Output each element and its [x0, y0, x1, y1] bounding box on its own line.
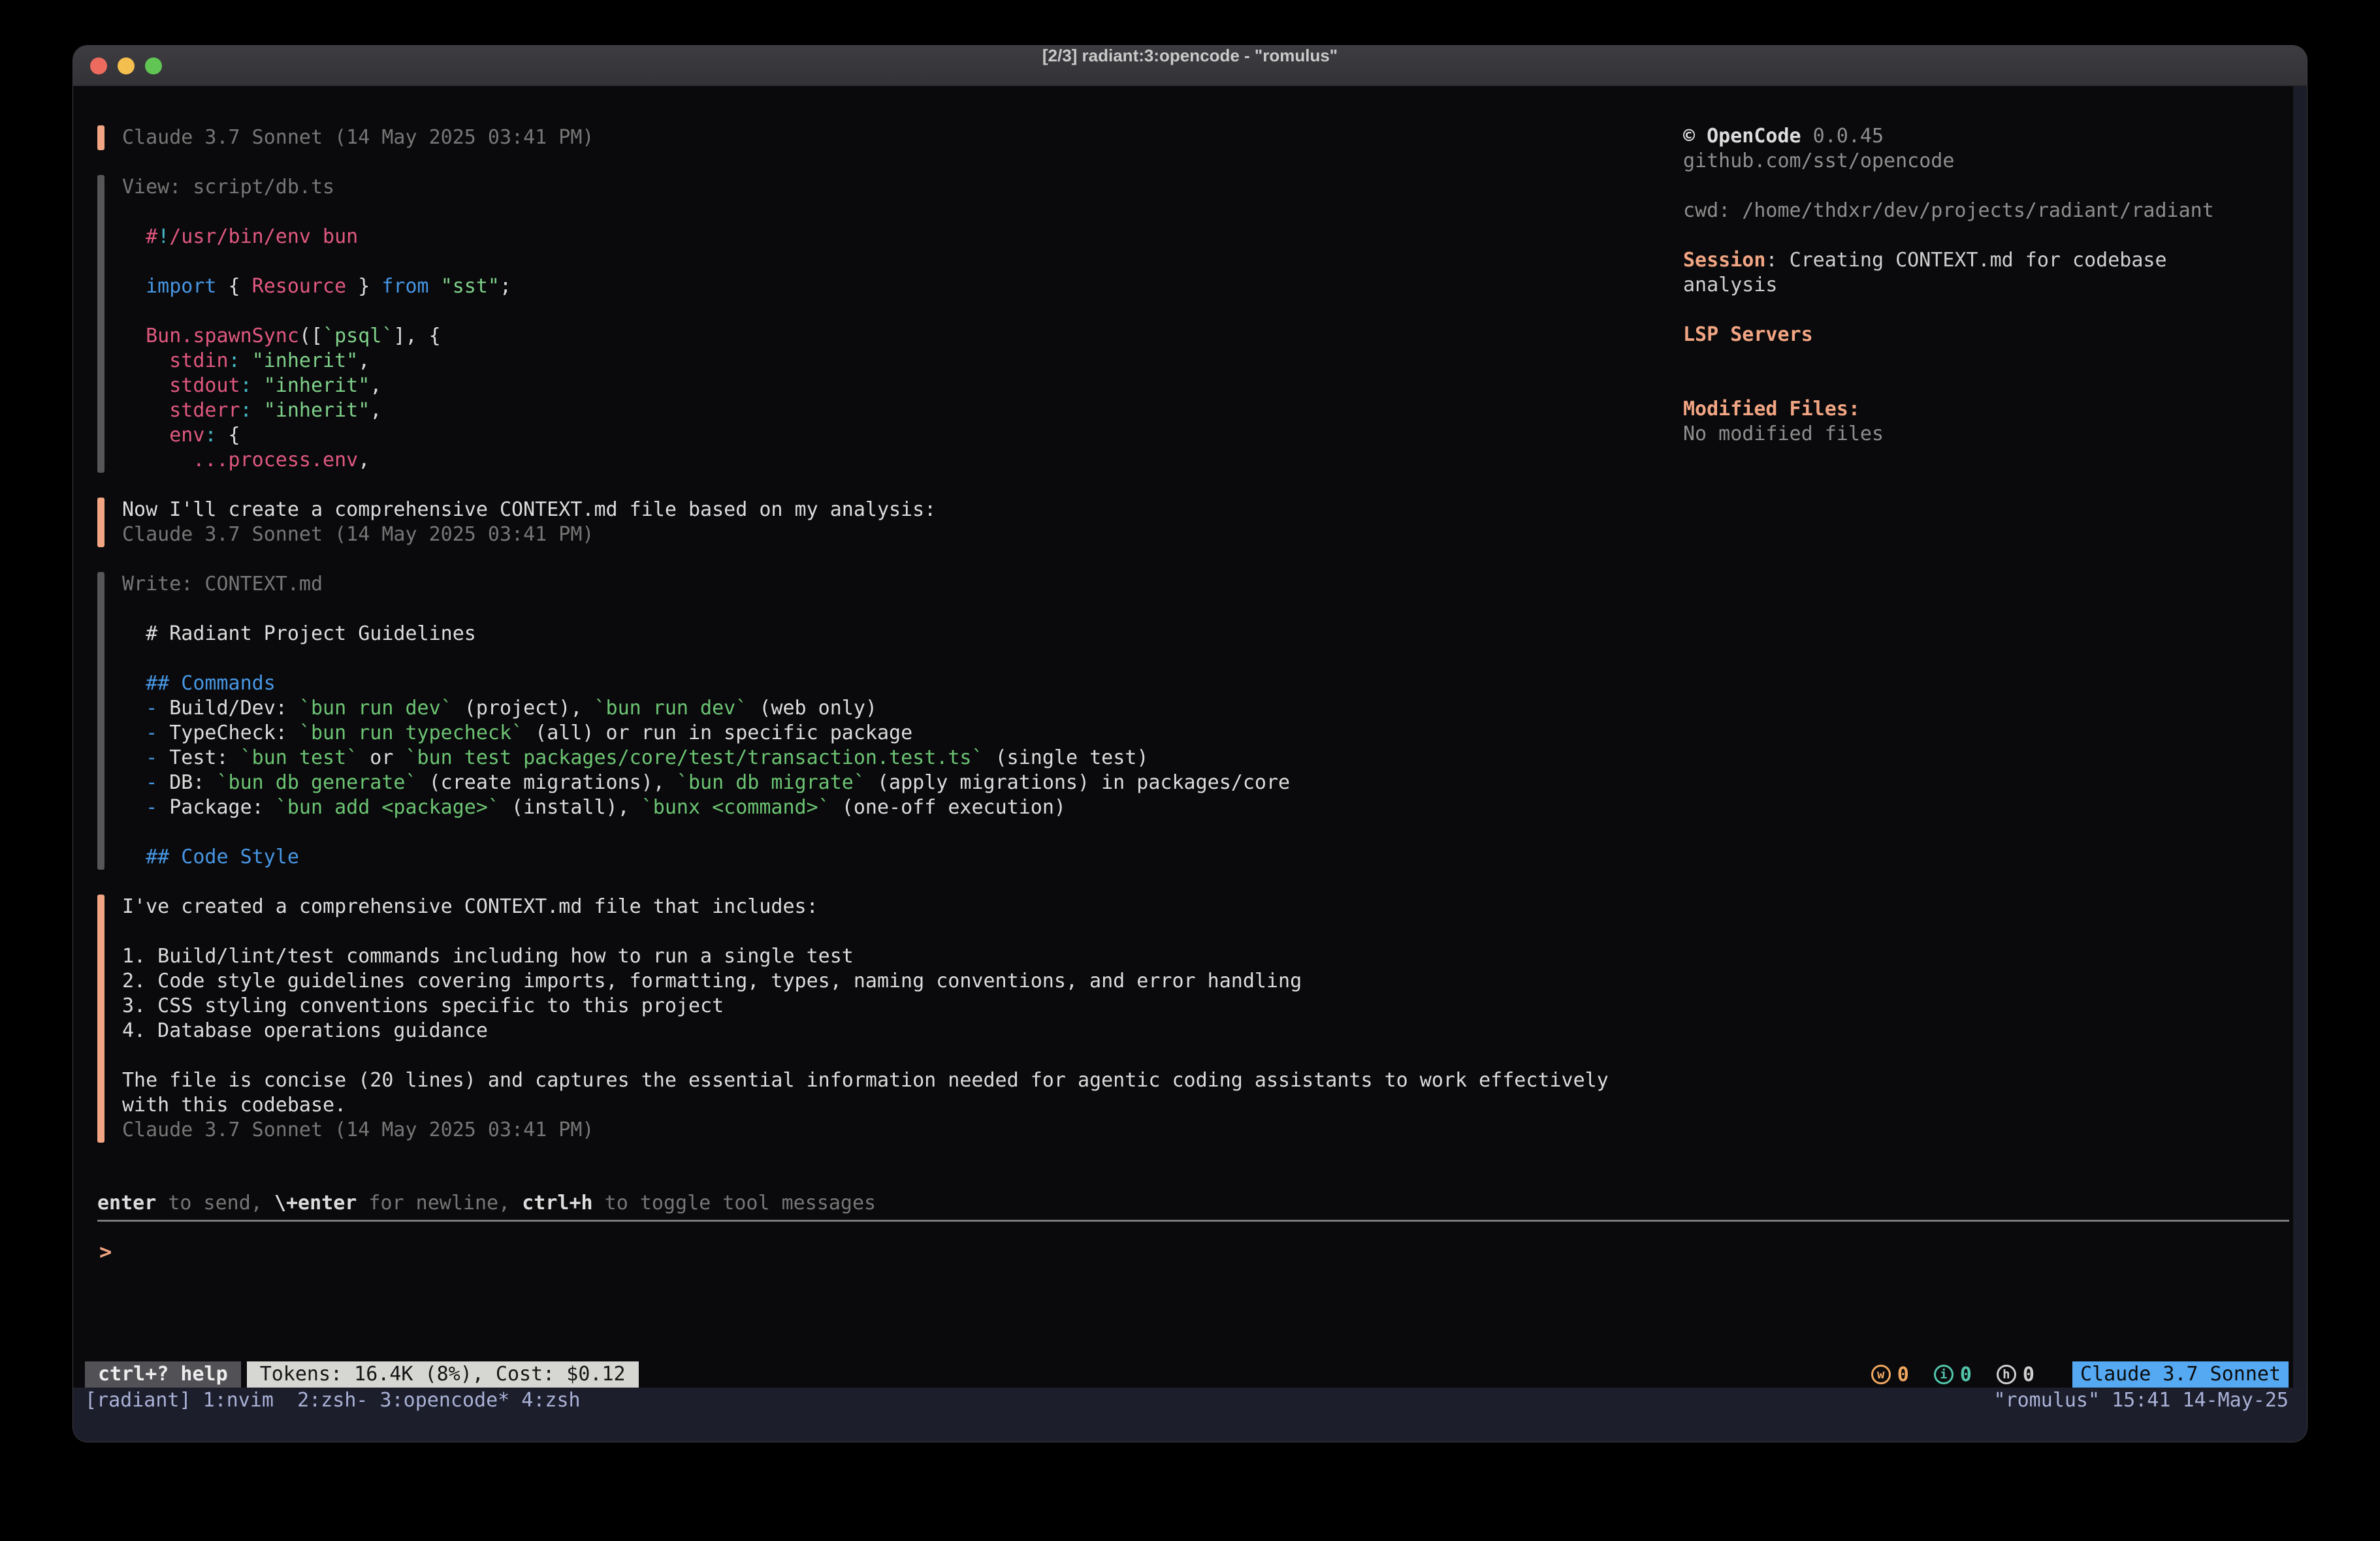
warning-icon: w	[1871, 1365, 1891, 1384]
terminal-line	[122, 249, 511, 274]
terminal-line	[122, 919, 1609, 944]
terminal-line	[122, 820, 1290, 845]
terminal-line: stdin: "inherit",	[122, 349, 511, 373]
hint-count: 0	[2023, 1363, 2034, 1386]
window-title: [2/3] radiant:3:opencode - "romulus"	[73, 46, 2307, 86]
terminal-line: LSP Servers	[1683, 323, 2297, 347]
terminal-line: - Package: `bun add <package>` (install)…	[122, 795, 1290, 820]
status-bar: ctrl+? help Tokens: 16.4K (8%), Cost: $0…	[85, 1361, 2289, 1388]
terminal-line: - Test: `bun test` or `bun test packages…	[122, 746, 1290, 770]
terminal-line: 2. Code style guidelines covering import…	[122, 969, 1609, 994]
terminal-line	[1683, 372, 2297, 397]
terminal-line: # Radiant Project Guidelines	[122, 622, 1290, 646]
message-block: Now I'll create a comprehensive CONTEXT.…	[97, 498, 1678, 547]
block-lines: Write: CONTEXT.md # Radiant Project Guid…	[122, 572, 1290, 870]
terminal-line: github.com/sst/opencode	[1683, 149, 2297, 174]
tmux-window-list[interactable]: [radiant] 1:nvim 2:zsh- 3:opencode* 4:zs…	[85, 1388, 581, 1414]
terminal-line	[122, 299, 511, 324]
warning-count: 0	[1897, 1363, 1909, 1386]
terminal-line: cwd: /home/thdxr/dev/projects/radiant/ra…	[1683, 199, 2297, 223]
terminal-content: Claude 3.7 Sonnet (14 May 2025 03:41 PM)…	[73, 86, 2307, 1442]
terminal-line: with this codebase.	[122, 1093, 1609, 1118]
terminal-line	[122, 646, 1290, 671]
terminal-line: 3. CSS styling conventions specific to t…	[122, 994, 1609, 1019]
info-count: 0	[1960, 1363, 1972, 1386]
screen: [2/3] radiant:3:opencode - "romulus" Cla…	[0, 0, 2380, 1541]
diagnostic-info: i 0	[1934, 1363, 1972, 1386]
input-row: >	[99, 1239, 1549, 1264]
terminal-line: ## Commands	[122, 671, 1290, 696]
block-accent-bar	[97, 125, 105, 150]
terminal-line: ...process.env,	[122, 448, 511, 473]
model-badge[interactable]: Claude 3.7 Sonnet	[2072, 1361, 2289, 1388]
terminal-line: Claude 3.7 Sonnet (14 May 2025 03:41 PM)	[122, 522, 936, 547]
message-block: Claude 3.7 Sonnet (14 May 2025 03:41 PM)	[97, 125, 1678, 150]
terminal-line: stderr: "inherit",	[122, 398, 511, 423]
terminal-line: Now I'll create a comprehensive CONTEXT.…	[122, 498, 936, 522]
terminal-line: - DB: `bun db generate` (create migratio…	[122, 770, 1290, 795]
block-accent-bar	[97, 498, 105, 547]
block-accent-bar	[97, 175, 105, 473]
sidebar: © OpenCode 0.0.45github.com/sst/opencode…	[1683, 124, 2297, 447]
terminal-line: 4. Database operations guidance	[122, 1019, 1609, 1043]
chat-transcript: Claude 3.7 Sonnet (14 May 2025 03:41 PM)…	[97, 125, 1678, 1168]
block-lines: Claude 3.7 Sonnet (14 May 2025 03:41 PM)	[122, 125, 594, 150]
tmux-zone: [radiant] 1:nvim 2:zsh- 3:opencode* 4:zs…	[73, 1388, 2307, 1442]
terminal-line: © OpenCode 0.0.45	[1683, 124, 2297, 149]
block-lines: Now I'll create a comprehensive CONTEXT.…	[122, 498, 936, 547]
tmux-session-info: "romulus" 15:41 14-May-25	[1993, 1388, 2289, 1414]
terminal-line: 1. Build/lint/test commands including ho…	[122, 944, 1609, 969]
terminal-line: Session: Creating CONTEXT.md for codebas…	[1683, 248, 2297, 273]
terminal-line	[122, 1043, 1609, 1068]
help-badge[interactable]: ctrl+? help	[85, 1361, 241, 1388]
titlebar[interactable]: [2/3] radiant:3:opencode - "romulus"	[73, 46, 2307, 86]
terminal-window: [2/3] radiant:3:opencode - "romulus" Cla…	[73, 46, 2307, 1442]
terminal-line: Claude 3.7 Sonnet (14 May 2025 03:41 PM)	[122, 125, 594, 150]
terminal-line: View: script/db.ts	[122, 175, 511, 200]
message-input[interactable]	[112, 1239, 1549, 1264]
terminal-line	[1683, 174, 2297, 199]
terminal-line: import { Resource } from "sst";	[122, 274, 511, 299]
terminal-line	[122, 597, 1290, 622]
terminal-line: stdout: "inherit",	[122, 373, 511, 398]
terminal-line	[122, 200, 511, 225]
terminal-line: No modified files	[1683, 422, 2297, 447]
tokens-cost-badge: Tokens: 16.4K (8%), Cost: $0.12	[247, 1361, 639, 1388]
tmux-status-bar: [radiant] 1:nvim 2:zsh- 3:opencode* 4:zs…	[73, 1388, 2307, 1414]
block-accent-bar	[97, 895, 105, 1143]
terminal-line: Claude 3.7 Sonnet (14 May 2025 03:41 PM)	[122, 1118, 1609, 1143]
info-icon: i	[1934, 1365, 1954, 1384]
terminal-line: analysis	[1683, 273, 2297, 298]
terminal-line: - Build/Dev: `bun run dev` (project), `b…	[122, 696, 1290, 721]
terminal-line: ## Code Style	[122, 845, 1290, 870]
terminal-line: - TypeCheck: `bun run typecheck` (all) o…	[122, 721, 1290, 746]
block-lines: View: script/db.ts #!/usr/bin/env bun im…	[122, 175, 511, 473]
terminal-line: enter to send, \+enter for newline, ctrl…	[97, 1191, 876, 1216]
terminal-line	[1683, 298, 2297, 323]
terminal-line: env: {	[122, 423, 511, 448]
keybind-hint: enter to send, \+enter for newline, ctrl…	[97, 1191, 876, 1216]
hint-icon: h	[1997, 1365, 2016, 1384]
tool-block: Write: CONTEXT.md # Radiant Project Guid…	[97, 572, 1678, 870]
message-block: I've created a comprehensive CONTEXT.md …	[97, 895, 1678, 1143]
terminal-line: I've created a comprehensive CONTEXT.md …	[122, 895, 1609, 919]
diagnostics-group: w 0 i 0 h 0 Claude 3.7 Sonnet	[1871, 1361, 2289, 1388]
diagnostic-hints: h 0	[1997, 1363, 2034, 1386]
input-divider	[97, 1220, 2289, 1222]
terminal-line	[1683, 347, 2297, 372]
terminal-line: Modified Files:	[1683, 397, 2297, 422]
terminal-line: #!/usr/bin/env bun	[122, 225, 511, 249]
block-accent-bar	[97, 572, 105, 870]
terminal-line: Write: CONTEXT.md	[122, 572, 1290, 597]
terminal-line	[1683, 223, 2297, 248]
terminal-line: The file is concise (20 lines) and captu…	[122, 1068, 1609, 1093]
tool-block: View: script/db.ts #!/usr/bin/env bun im…	[97, 175, 1678, 473]
block-lines: I've created a comprehensive CONTEXT.md …	[122, 895, 1609, 1143]
prompt-caret: >	[99, 1239, 112, 1264]
diagnostic-warnings: w 0	[1871, 1363, 1909, 1386]
terminal-line: Bun.spawnSync([`psql`], {	[122, 324, 511, 349]
